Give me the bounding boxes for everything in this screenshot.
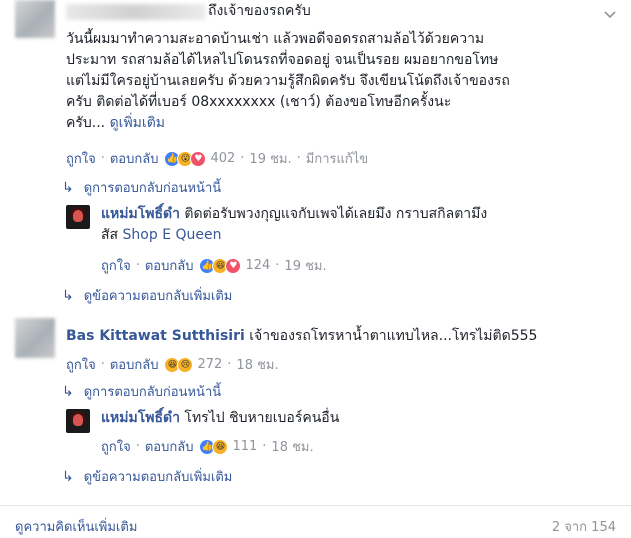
- previous-replies-label: ดูการตอบกลับก่อนหน้านี้: [83, 181, 222, 196]
- comment-line: ครับ...: [66, 115, 106, 131]
- chevron-down-icon[interactable]: [604, 8, 616, 20]
- comment-line: ครับ ติดต่อได้ที่เบอร์ 08xxxxxxxx (เชาว์…: [66, 94, 452, 110]
- reply-text: โทรไป ชิบหายเบอร์คนอื่น: [184, 410, 340, 426]
- reply-button[interactable]: ตอบกลับ: [110, 148, 159, 169]
- comment-line: ประมาท รถสามล้อได้ไหลไปโดนรถที่จอดอยู่ จ…: [66, 52, 499, 68]
- reaction-count: 272: [197, 357, 223, 372]
- reply-button[interactable]: ตอบกลับ: [145, 255, 194, 276]
- reaction-count: 402: [210, 151, 236, 166]
- reaction-count: 124: [245, 258, 271, 273]
- previous-replies-label: ดูการตอบกลับก่อนหน้านี้: [83, 385, 222, 400]
- timestamp[interactable]: 18 ชม.: [271, 436, 313, 457]
- comment-body: Bas Kittawat Sutthisiri เจ้าของรถโทรหาน้…: [66, 326, 626, 347]
- sad-reaction-icon: 😢: [177, 356, 194, 373]
- tagged-page[interactable]: Shop E Queen: [123, 227, 222, 243]
- comment-count: 2 จาก 154: [551, 520, 616, 535]
- reply-body: แหม่มโพธิ์ดำ ติดต่อรับพวงกุญแจกับเพจได้เ…: [101, 204, 626, 246]
- more-replies-link[interactable]: ↳ ดูข้อความตอบกลับเพิ่มเติม: [62, 466, 232, 487]
- more-replies-link[interactable]: ↳ ดูข้อความตอบกลับเพิ่มเติม: [62, 285, 232, 306]
- comment-actions: ถูกใจ · ตอบกลับ 👍 😮 ♥ 402 · 19 ชม. · มีก…: [66, 148, 368, 169]
- comment-heading: ถึงเจ้าของรถครับ: [208, 3, 311, 19]
- love-reaction-icon: ♥: [190, 150, 207, 167]
- reply-arrow-icon: ↳: [62, 180, 74, 196]
- like-button[interactable]: ถูกใจ: [101, 436, 131, 457]
- previous-replies-link[interactable]: ↳ ดูการตอบกลับก่อนหน้านี้: [62, 177, 221, 198]
- comment-body: วันนี้ผมมาทำความสะอาดบ้านเช่า แล้วพอดีจอ…: [66, 29, 626, 134]
- commenter-avatar[interactable]: [15, 0, 55, 38]
- comment-line: วันนี้ผมมาทำความสะอาดบ้านเช่า แล้วพอดีจอ…: [66, 31, 485, 47]
- reply-arrow-icon: ↳: [62, 384, 74, 400]
- more-replies-label: ดูข้อความตอบกลับเพิ่มเติม: [83, 470, 233, 485]
- reactions[interactable]: 👍 😆 ♥ 124: [199, 257, 271, 274]
- reply-button[interactable]: ตอบกลับ: [145, 436, 194, 457]
- replier-name[interactable]: แหม่มโพธิ์ดำ: [101, 206, 180, 222]
- comment-text: เจ้าของรถโทรหาน้ำตาแทบไหล...โทรไม่ติด555: [249, 328, 538, 344]
- like-button[interactable]: ถูกใจ: [66, 148, 96, 169]
- timestamp[interactable]: 18 ชม.: [236, 354, 278, 375]
- timestamp[interactable]: 19 ชม.: [284, 255, 326, 276]
- reply-text-2: สัส: [101, 227, 123, 243]
- comment-actions: ถูกใจ · ตอบกลับ 😆 😢 272 · 18 ชม.: [66, 354, 279, 375]
- commenter-name[interactable]: Bas Kittawat Sutthisiri: [66, 328, 245, 344]
- reply-body: แหม่มโพธิ์ดำ โทรไป ชิบหายเบอร์คนอื่น: [101, 408, 626, 429]
- replier-avatar[interactable]: [66, 409, 90, 433]
- reactions[interactable]: 👍 😮 ♥ 402: [164, 150, 236, 167]
- commenter-name-blurred[interactable]: [66, 4, 206, 20]
- comment-line: แต่ไม่มีใครอยู่บ้านเลยครับ ด้วยความรู้สึ…: [66, 73, 510, 89]
- edited-label[interactable]: มีการแก้ไข: [306, 148, 368, 169]
- reactions[interactable]: 😆 😢 272: [164, 356, 223, 373]
- reply-actions: ถูกใจ · ตอบกลับ 👍 😆 111 · 18 ชม.: [101, 436, 314, 457]
- reactions[interactable]: 👍 😆 111: [199, 438, 258, 455]
- commenter-avatar[interactable]: [15, 318, 55, 358]
- reaction-count: 111: [232, 439, 258, 454]
- more-replies-label: ดูข้อความตอบกลับเพิ่มเติม: [83, 289, 233, 304]
- like-button[interactable]: ถูกใจ: [66, 354, 96, 375]
- reply-actions: ถูกใจ · ตอบกลับ 👍 😆 ♥ 124 · 19 ชม.: [101, 255, 327, 276]
- reply-arrow-icon: ↳: [62, 469, 74, 485]
- view-more-comments-link[interactable]: ดูความคิดเห็นเพิ่มเติม: [15, 516, 137, 537]
- see-more-link[interactable]: ดูเพิ่มเติม: [110, 115, 165, 131]
- reply-button[interactable]: ตอบกลับ: [110, 354, 159, 375]
- previous-replies-link[interactable]: ↳ ดูการตอบกลับก่อนหน้านี้: [62, 381, 221, 402]
- like-button[interactable]: ถูกใจ: [101, 255, 131, 276]
- timestamp[interactable]: 19 ชม.: [249, 148, 291, 169]
- divider: [0, 505, 631, 506]
- reply-arrow-icon: ↳: [62, 288, 74, 304]
- haha-reaction-icon: 😆: [212, 438, 229, 455]
- replier-name[interactable]: แหม่มโพธิ์ดำ: [101, 410, 180, 426]
- love-reaction-icon: ♥: [225, 257, 242, 274]
- replier-avatar[interactable]: [66, 205, 90, 229]
- reply-text: ติดต่อรับพวงกุญแจกับเพจได้เลยมึง กราบสกิ…: [184, 206, 488, 222]
